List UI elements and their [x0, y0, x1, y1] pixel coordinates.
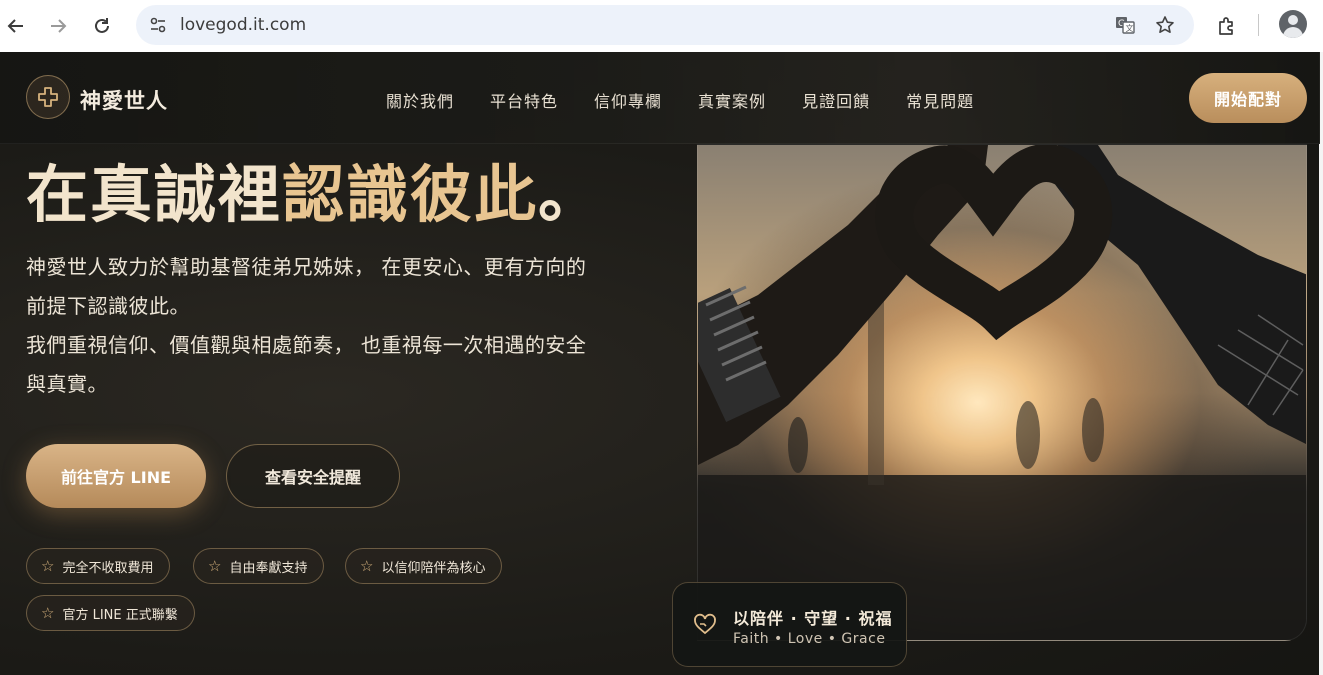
feature-tag-line: ☆ 官方 LINE 正式聯繫 — [26, 595, 195, 631]
nav-item-cases[interactable]: 真實案例 — [698, 88, 766, 112]
hero-desc-line: 前提下認識彼此。 — [26, 294, 190, 318]
hero-description: 神愛世人致力於幫助基督徒弟兄姊妹， 在更安心、更有方向的 前提下認識彼此。 我們… — [26, 248, 638, 404]
site-header: 神愛世人 關於我們 平台特色 信仰專欄 真實案例 見證回饋 常見問題 開始配對 — [0, 52, 1320, 144]
feature-tag-label: 自由奉獻支持 — [229, 560, 308, 576]
safety-tips-button[interactable]: 查看安全提醒 — [226, 444, 400, 508]
cross-logo-icon[interactable] — [26, 75, 70, 119]
brand-name[interactable]: 神愛世人 — [80, 85, 168, 115]
toolbar-divider — [1258, 14, 1259, 36]
url-text[interactable]: lovegod.it.com — [180, 15, 306, 35]
star-icon: ☆ — [41, 557, 55, 575]
hero-desc-line: 我們重視信仰、價值觀與相處節奏， 也重視每一次相遇的安全 — [26, 333, 587, 357]
profile-avatar-icon[interactable] — [1279, 10, 1307, 38]
extensions-icon[interactable] — [1213, 12, 1241, 40]
main-navigation: 關於我們 平台特色 信仰專欄 真實案例 見證回饋 常見問題 — [386, 88, 974, 112]
faith-love-grace-badge: 以陪伴 · 守望 · 祝福 Faith • Love • Grace — [672, 582, 907, 667]
hero-desc-line: 神愛世人致力於幫助基督徒弟兄姊妹， 在更安心、更有方向的 — [26, 255, 587, 279]
hero-heart-hands-image — [697, 144, 1307, 641]
feature-tag-label: 以信仰陪伴為核心 — [381, 560, 486, 576]
address-bar[interactable]: lovegod.it.com G文 — [136, 5, 1194, 45]
hero-title-part2: 認識彼此 — [282, 158, 539, 231]
web-page: 神愛世人 關於我們 平台特色 信仰專欄 真實案例 見證回饋 常見問題 開始配對 … — [0, 52, 1323, 675]
feature-tag-faith: ☆ 以信仰陪伴為核心 — [345, 548, 503, 584]
bookmark-star-icon[interactable] — [1152, 12, 1178, 38]
forward-arrow-icon[interactable] — [44, 12, 72, 40]
badge-title: 以陪伴 · 守望 · 祝福 — [733, 609, 893, 628]
hero-title-punct: 。 — [538, 158, 603, 231]
official-line-button[interactable]: 前往官方 LINE — [26, 444, 206, 508]
star-icon: ☆ — [208, 557, 222, 575]
feature-tag-label: 官方 LINE 正式聯繫 — [62, 607, 178, 623]
start-matching-button[interactable]: 開始配對 — [1189, 73, 1307, 123]
svg-text:文: 文 — [1126, 23, 1134, 33]
nav-item-features[interactable]: 平台特色 — [490, 88, 558, 112]
nav-item-faq[interactable]: 常見問題 — [906, 88, 974, 112]
site-info-icon[interactable] — [144, 11, 172, 39]
nav-item-testimonials[interactable]: 見證回饋 — [802, 88, 870, 112]
hero-title: 在真誠裡認識彼此。 — [26, 144, 602, 234]
nav-item-about[interactable]: 關於我們 — [386, 88, 454, 112]
translate-icon[interactable]: G文 — [1112, 12, 1138, 38]
back-arrow-icon[interactable] — [2, 12, 30, 40]
star-icon: ☆ — [41, 604, 55, 622]
browser-toolbar: lovegod.it.com G文 — [0, 0, 1323, 52]
heart-hand-icon — [693, 613, 717, 637]
nav-item-faith-column[interactable]: 信仰專欄 — [594, 88, 662, 112]
feature-tag-free: ☆ 完全不收取費用 — [26, 548, 171, 584]
feature-tag-label: 完全不收取費用 — [62, 560, 154, 576]
hero-desc-line: 與真實。 — [26, 372, 108, 396]
hero-title-part1: 在真誠裡 — [26, 158, 283, 231]
badge-subtitle: Faith • Love • Grace — [733, 631, 886, 647]
star-icon: ☆ — [360, 557, 374, 575]
reload-icon[interactable] — [88, 12, 116, 40]
feature-tag-donation: ☆ 自由奉獻支持 — [193, 548, 325, 584]
